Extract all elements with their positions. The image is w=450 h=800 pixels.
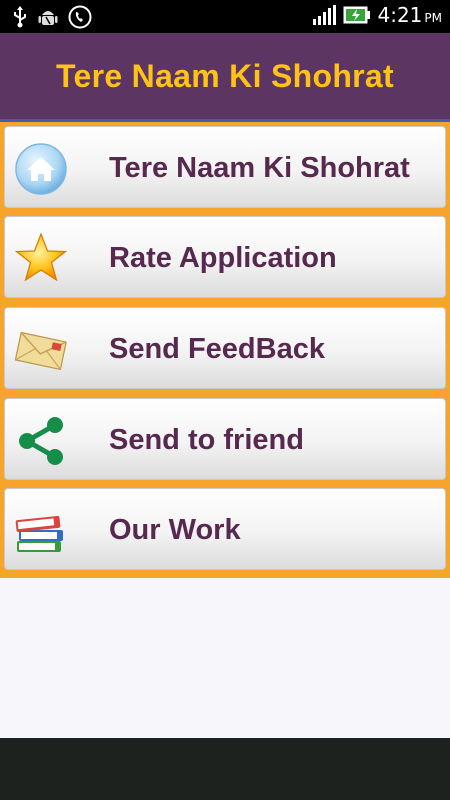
menu-item-label: Send FeedBack: [109, 333, 325, 365]
battery-charging-icon: [343, 6, 371, 24]
clock: 4:21 PM: [377, 3, 442, 27]
app-title: Tere Naam Ki Shohrat: [56, 57, 394, 94]
status-bar: 4:21 PM: [0, 0, 450, 33]
status-bar-notifications: [12, 5, 92, 29]
share-icon: [19, 417, 63, 465]
home-icon: [15, 143, 67, 195]
envelope-icon: [14, 331, 67, 371]
system-nav-bar: [0, 738, 450, 800]
app-title-bar: Tere Naam Ki Shohrat: [0, 33, 450, 119]
books-icon: [15, 515, 63, 552]
menu-item-label: Tere Naam Ki Shohrat: [109, 152, 410, 184]
menu-item-label: Rate Application: [109, 242, 337, 274]
menu-item-send-feedback[interactable]: Send FeedBack: [4, 307, 446, 389]
menu-item-home[interactable]: Tere Naam Ki Shohrat: [4, 126, 446, 208]
menu-item-our-work[interactable]: Our Work: [4, 488, 446, 570]
menu-item-send-to-friend[interactable]: Send to friend: [4, 398, 446, 480]
main-menu: Tere Naam Ki Shohrat Rate Application Se…: [0, 122, 450, 578]
clock-ampm: PM: [424, 11, 442, 25]
signal-icon: [313, 5, 337, 25]
menu-item-label: Our Work: [109, 514, 241, 546]
clock-time: 4:21: [377, 3, 423, 27]
android-debug-icon: [38, 11, 58, 25]
menu-item-rate-application[interactable]: Rate Application: [4, 216, 446, 298]
menu-item-label: Send to friend: [109, 424, 304, 456]
status-bar-system: 4:21 PM: [313, 3, 442, 27]
usb-icon: [14, 6, 26, 28]
star-icon: [14, 232, 68, 282]
phone-call-icon: [68, 5, 92, 29]
